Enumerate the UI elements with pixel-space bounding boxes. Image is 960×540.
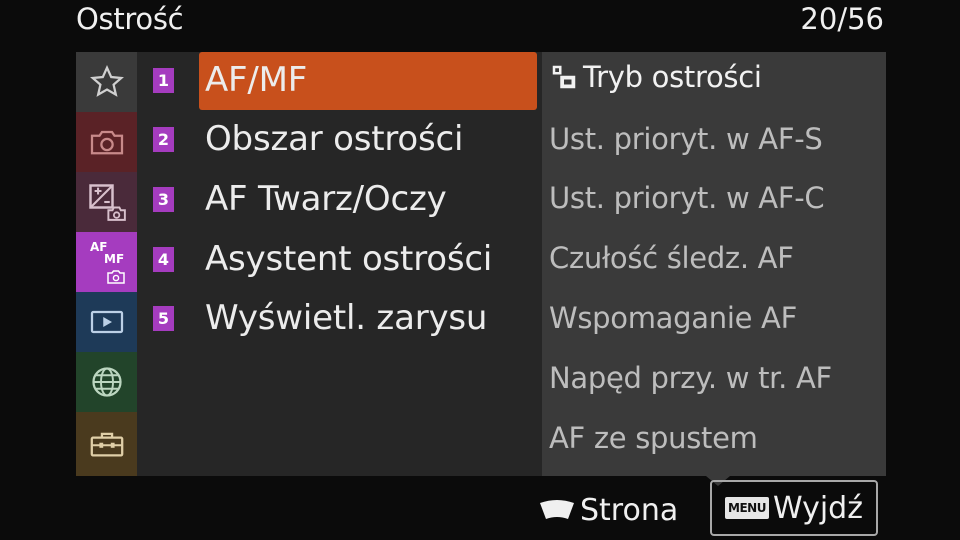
tab-shooting[interactable] (76, 112, 137, 172)
item-number: 2 (153, 127, 174, 152)
submenu-item[interactable]: Tryb ostrości (549, 60, 762, 94)
submenu-item[interactable]: Napęd przy. w tr. AF (549, 361, 832, 395)
tab-playback[interactable] (76, 292, 137, 352)
menu-item-af-mf[interactable]: 1 AF/MF (153, 52, 543, 110)
exit-label: Wyjdź (772, 490, 863, 526)
tab-exposure[interactable] (76, 172, 137, 232)
menu-item-face-eye-af[interactable]: 3 AF Twarz/Oczy (153, 171, 543, 229)
item-number: 5 (153, 306, 174, 331)
globe-icon (91, 367, 122, 397)
page-nav-label: Strona (580, 492, 679, 528)
menu-panel: AF MF 1 AF/MF 2 Obszar ostrości 3 AF Twa… (76, 52, 886, 486)
menu-item-label: Asystent ostrości (205, 239, 493, 279)
submenu-item[interactable]: Ust. prioryt. w AF-C (549, 181, 825, 215)
submenu-item[interactable]: AF ze spustem (549, 421, 758, 455)
submenu-item-label: Tryb ostrości (583, 60, 762, 94)
toolbox-icon (90, 432, 123, 457)
menu-item-label: Obszar ostrości (205, 119, 464, 159)
submenu-item[interactable]: Wspomaganie AF (549, 301, 797, 335)
item-number: 3 (153, 187, 174, 212)
menu-item-focus-area[interactable]: 2 Obszar ostrości (153, 111, 543, 169)
menu-item-label: AF Twarz/Oczy (205, 179, 447, 219)
submenu-preview: Tryb ostrości Ust. prioryt. w AF-S Ust. … (542, 52, 886, 486)
star-icon (89, 65, 124, 97)
submenu-item[interactable]: Czułość śledz. AF (549, 241, 794, 275)
category-tabs: AF MF (76, 52, 137, 476)
submenu-item[interactable]: Ust. prioryt. w AF-S (549, 122, 823, 156)
menu-item-peaking-display[interactable]: 5 Wyświetl. zarysu (153, 290, 543, 348)
exit-button[interactable]: MENU Wyjdź (710, 480, 878, 536)
header-title: Ostrość (76, 2, 184, 36)
camera-icon (90, 130, 123, 155)
menu-item-focus-assist[interactable]: 4 Asystent ostrości (153, 231, 543, 289)
control-wheel-icon (540, 500, 574, 519)
menu-list: 1 AF/MF 2 Obszar ostrości 3 AF Twarz/Ocz… (137, 52, 542, 476)
mf-text: MF (104, 252, 124, 266)
menu-item-label: AF/MF (205, 60, 308, 100)
item-number: 4 (153, 247, 174, 272)
tab-focus[interactable]: AF MF (76, 232, 137, 292)
page-nav-hint[interactable]: Strona (538, 490, 678, 530)
tab-setup[interactable] (76, 412, 137, 476)
menu-button-icon: MENU (725, 497, 769, 519)
item-number: 1 (153, 68, 174, 93)
page-counter: 20/56 (800, 2, 884, 36)
exposure-camera-icon (88, 184, 126, 221)
tab-network[interactable] (76, 352, 137, 412)
tab-favorites[interactable] (76, 52, 137, 112)
focus-mode-icon (552, 65, 576, 89)
menu-item-label: Wyświetl. zarysu (205, 298, 488, 338)
af-mf-camera-icon: AF MF (90, 240, 125, 284)
playback-icon (90, 310, 123, 334)
